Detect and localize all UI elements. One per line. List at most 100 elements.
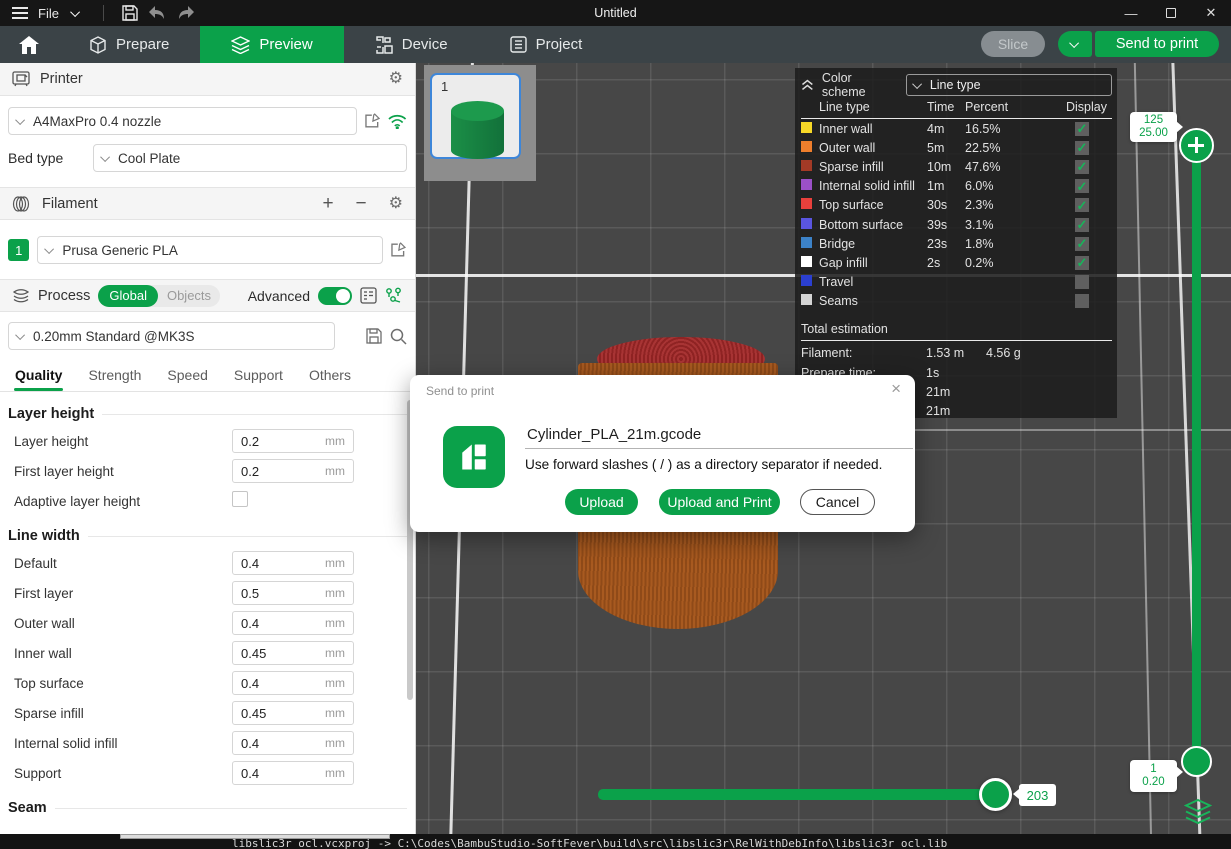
redo-icon[interactable] <box>176 4 196 22</box>
hamburger-menu-icon[interactable] <box>10 4 30 22</box>
wifi-icon[interactable] <box>388 114 407 129</box>
tab-preview[interactable]: Preview <box>200 26 343 63</box>
objects-segment[interactable]: Objects <box>158 286 220 305</box>
display-checkbox[interactable]: ✓ <box>1075 160 1089 174</box>
value-input[interactable] <box>241 706 311 721</box>
edit-filament-icon[interactable] <box>391 242 407 258</box>
calibration-icon[interactable] <box>385 287 403 304</box>
edit-printer-icon[interactable] <box>365 113 381 129</box>
save-preset-icon[interactable] <box>366 328 382 344</box>
check-icon: ✓ <box>1077 180 1088 193</box>
send-to-print-button[interactable]: Send to print <box>1095 31 1219 57</box>
view-mode-select[interactable]: Line type <box>906 74 1112 96</box>
default-line-width-input[interactable]: mm <box>232 551 354 575</box>
layer-height-input[interactable]: mm <box>232 429 354 453</box>
advanced-toggle[interactable] <box>318 287 352 305</box>
slicer-window: File Untitled — ✕ Prepare <box>0 0 1231 849</box>
moves-slider-handle[interactable] <box>979 778 1012 811</box>
support-line-width-input[interactable]: mm <box>232 761 354 785</box>
first-layer-line-width-input[interactable]: mm <box>232 581 354 605</box>
display-checkbox[interactable]: ✓ <box>1075 141 1089 155</box>
cancel-button[interactable]: Cancel <box>800 489 875 515</box>
file-menu-chevron-icon[interactable] <box>67 4 87 22</box>
filament-slot-badge[interactable]: 1 <box>8 239 29 261</box>
tab-others[interactable]: Others <box>296 361 364 391</box>
moves-slider-track[interactable] <box>598 789 998 800</box>
bed-type-select[interactable]: Cool Plate <box>93 144 407 172</box>
filename-input[interactable] <box>525 424 913 449</box>
close-button[interactable]: ✕ <box>1191 0 1231 26</box>
value-input[interactable] <box>241 434 311 449</box>
display-checkbox[interactable]: ✓ <box>1075 122 1089 136</box>
layer-slider-top-handle[interactable] <box>1179 128 1214 163</box>
legend-row-top-surface: Top surface 30s 2.3% ✓ <box>801 196 1112 215</box>
tab-prepare[interactable]: Prepare <box>58 26 200 63</box>
tab-project[interactable]: Project <box>479 26 614 63</box>
value-input[interactable] <box>241 736 311 751</box>
outer-wall-line-width-input[interactable]: mm <box>232 611 354 635</box>
filament-preset-select[interactable]: Prusa Generic PLA <box>37 236 383 264</box>
top-surface-line-width-input[interactable]: mm <box>232 671 354 695</box>
internal-solid-infill-line-width-input[interactable]: mm <box>232 731 354 755</box>
tab-strength[interactable]: Strength <box>75 361 154 391</box>
add-filament-button[interactable]: + <box>322 193 333 215</box>
layer-slider-bottom-handle[interactable] <box>1181 746 1212 777</box>
tab-speed[interactable]: Speed <box>154 361 220 391</box>
first-layer-height-input[interactable]: mm <box>232 459 354 483</box>
collapse-panel-icon[interactable] <box>801 79 814 91</box>
color-swatch <box>801 122 812 133</box>
value-input[interactable] <box>241 586 311 601</box>
value-input[interactable] <box>241 464 311 479</box>
home-tab[interactable] <box>0 26 58 63</box>
undo-icon[interactable] <box>148 4 168 22</box>
tab-support[interactable]: Support <box>221 361 296 391</box>
printer-preset-row: A4MaxPro 0.4 nozzle <box>8 107 407 135</box>
search-icon[interactable] <box>390 328 407 345</box>
process-preset-select[interactable]: 0.20mm Standard @MK3S <box>8 322 335 350</box>
value-input[interactable] <box>241 676 311 691</box>
line-type-label: Internal solid infill <box>819 179 927 193</box>
value-input[interactable] <box>241 766 311 781</box>
filament-settings-gear-icon[interactable]: ⚙ <box>389 196 403 212</box>
dialog-close-icon[interactable]: × <box>891 379 901 399</box>
legend-row-gap-infill: Gap infill 2s 0.2% ✓ <box>801 253 1112 272</box>
color-swatch <box>801 141 812 152</box>
save-icon[interactable] <box>120 4 140 22</box>
display-checkbox[interactable] <box>1075 275 1089 289</box>
minimize-button[interactable]: — <box>1111 0 1151 26</box>
value-input[interactable] <box>241 646 311 661</box>
file-menu[interactable]: File <box>38 6 59 21</box>
adaptive-layer-height-checkbox[interactable] <box>232 491 248 507</box>
display-checkbox[interactable] <box>1075 294 1089 308</box>
display-checkbox[interactable]: ✓ <box>1075 237 1089 251</box>
printer-preset-select[interactable]: A4MaxPro 0.4 nozzle <box>8 107 357 135</box>
layer-slider-track[interactable] <box>1192 145 1201 761</box>
printer-settings-gear-icon[interactable]: ⚙ <box>389 71 403 87</box>
setting-label: Default <box>14 556 232 571</box>
upload-and-print-button[interactable]: Upload and Print <box>659 489 780 515</box>
tab-quality[interactable]: Quality <box>2 361 75 391</box>
value-input[interactable] <box>241 616 311 631</box>
setting-row-inner-wall: Inner wall mm <box>0 638 415 668</box>
display-checkbox[interactable]: ✓ <box>1075 218 1089 232</box>
tab-device[interactable]: Device <box>344 26 479 63</box>
layers-view-icon[interactable] <box>1184 799 1212 825</box>
send-options-dropdown-button[interactable] <box>1058 31 1092 57</box>
remove-filament-button[interactable]: − <box>356 193 367 215</box>
display-checkbox[interactable]: ✓ <box>1075 198 1089 212</box>
parameter-list-icon[interactable] <box>360 287 377 304</box>
display-checkbox[interactable]: ✓ <box>1075 256 1089 270</box>
maximize-button[interactable] <box>1151 0 1191 26</box>
sparse-infill-line-width-input[interactable]: mm <box>232 701 354 725</box>
filename-field[interactable] <box>525 424 913 449</box>
value-input[interactable] <box>241 556 311 571</box>
settings-panel: Printer ⚙ A4MaxPro 0.4 nozzle Bed type C… <box>0 63 416 834</box>
display-checkbox[interactable]: ✓ <box>1075 179 1089 193</box>
bed-type-value: Cool Plate <box>118 151 180 166</box>
slice-button[interactable]: Slice <box>981 31 1045 57</box>
upload-button[interactable]: Upload <box>565 489 638 515</box>
tab-device-label: Device <box>402 36 448 53</box>
global-segment[interactable]: Global <box>98 285 158 307</box>
inner-wall-line-width-input[interactable]: mm <box>232 641 354 665</box>
plate-thumbnail[interactable]: 1 <box>430 73 521 159</box>
